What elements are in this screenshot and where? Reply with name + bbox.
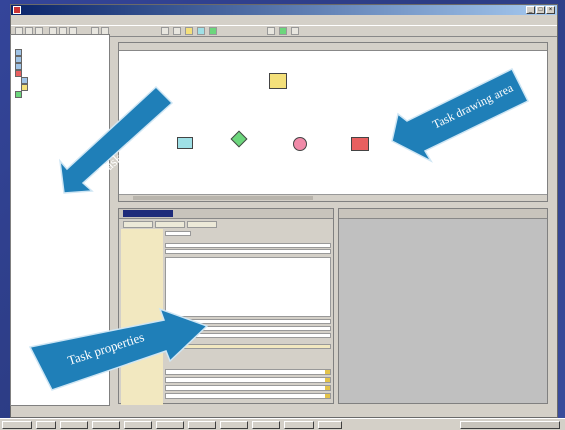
annotation-layer bbox=[28, 67, 530, 391]
